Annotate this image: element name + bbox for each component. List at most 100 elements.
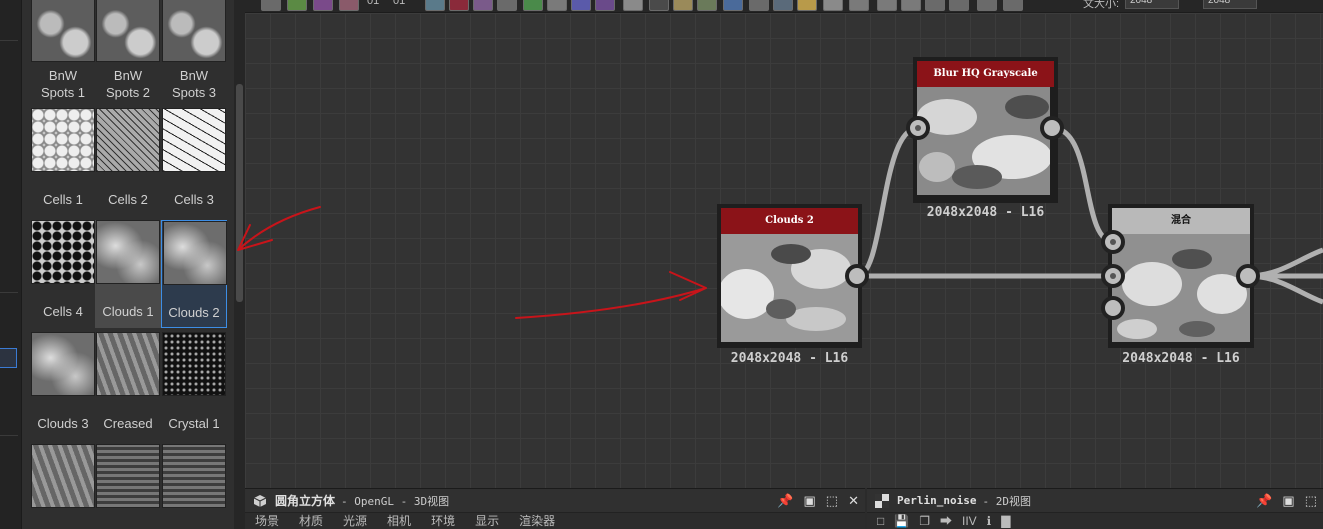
library-item[interactable]: BnW Spots 2 [95,0,161,106]
toolbar-tool-icon[interactable] [723,0,743,11]
cloud-texture [721,234,858,342]
blur-input-port[interactable] [906,116,930,140]
dock-3d-view: 圆角立方体 - OpenGL - 3D视图 📌 ▣ ⬚ ✕ 场景 材质 光源 相机 环境… [245,488,865,529]
dock-3d-controls: 📌 ▣ ⬚ ✕ [777,493,859,509]
cloud-texture [917,87,1050,195]
toolbar-tool-icon[interactable] [877,0,897,11]
pin-icon[interactable]: 📌 [1256,493,1272,509]
toolbar-tool-icon[interactable] [287,0,307,11]
dock-3d-menu-item[interactable]: 材质 [299,513,323,529]
dock-3d-header: 圆角立方体 - OpenGL - 3D视图 [245,489,865,513]
dock-3d-menu-item[interactable]: 渲染器 [519,513,555,529]
dock-3d-menu-item[interactable]: 环境 [431,513,455,529]
library-item[interactable]: Crystal 1 [161,332,227,440]
toolbar-tool-icon[interactable] [339,0,359,11]
library-item-label: Creased [103,416,153,431]
output-size-width-select[interactable]: 2048 [1125,0,1179,9]
copy-icon[interactable]: ❐ [919,513,930,529]
output-size-height-select[interactable]: 2048 [1203,0,1257,9]
toolbar-tool-icon[interactable] [697,0,717,11]
toolbar-tool-icon[interactable] [749,0,769,11]
float-icon[interactable]: ▣ [1282,493,1294,509]
library-item[interactable]: Directio... [161,444,227,529]
histogram-icon[interactable]: ▇ [1001,513,1010,529]
maximize-icon[interactable]: ⬚ [826,493,838,509]
library-item[interactable]: BnW Spots 1 [30,0,96,106]
toolbar-tool-icon[interactable] [977,0,997,11]
toolbar-tool-icon[interactable] [313,0,333,11]
toolbar-tool-icon[interactable] [649,0,669,11]
toolbar-tool-icon[interactable] [673,0,693,11]
library-item-label: BnW Spots 2 [105,68,151,100]
toolbar-tool-icon[interactable] [473,0,493,11]
toolbar-tool-icon[interactable] [901,0,921,11]
library-item-thumbnail [162,444,226,508]
save-icon[interactable]: 💾 [894,513,909,529]
toolbar-small-label-1: 01 [367,0,380,7]
toolbar-tool-icon[interactable] [497,0,517,11]
library-item-thumbnail [162,0,226,62]
pin-icon[interactable]: 📌 [777,493,793,509]
library-item[interactable]: BnW Spots 3 [161,0,227,106]
toolbar-tool-icon[interactable] [261,0,281,11]
library-item[interactable]: Creased [95,332,161,440]
close-icon[interactable]: ✕ [848,493,859,509]
blend-input-foreground-port[interactable] [1101,230,1125,254]
dock-3d-menu: 场景 材质 光源 相机 环境 显示 渲染器 [245,513,865,529]
info-icon[interactable]: ℹ [987,513,992,529]
toolbar-tool-icon[interactable] [773,0,793,11]
toolbar-tool-icon[interactable] [425,0,445,11]
dock-2d-controls: 📌 ▣ ⬚ [1256,493,1317,509]
blend-output-port[interactable] [1236,264,1260,288]
toolbar-tool-icon[interactable] [823,0,843,11]
maximize-icon[interactable]: ⬚ [1305,493,1317,509]
library-item[interactable]: Crystal 2 [30,444,96,529]
library-item-label: Crystal 1 [168,416,220,431]
library-scrollbar-thumb[interactable] [236,84,243,302]
dock-3d-menu-item[interactable]: 显示 [475,513,499,529]
library-item[interactable]: Cells 4 [30,220,96,328]
dock-3d-menu-item[interactable]: 光源 [343,513,367,529]
library-scrollbar[interactable] [234,0,245,529]
library-item-thumbnail [31,220,95,284]
toolbar-tool-icon[interactable] [523,0,543,11]
toolbar-small-label-2: 01 [393,0,406,7]
toolbar-tool-icon[interactable] [571,0,591,11]
left-strip-selected-item[interactable] [0,348,17,368]
share-icon[interactable]: ⮕ [940,513,952,529]
toolbar-tool-icon[interactable] [595,0,615,11]
toolbar-tool-icon[interactable] [949,0,969,11]
library-item[interactable]: Cells 1 [30,108,96,216]
toolbar-tool-icon[interactable] [547,0,567,11]
library-item[interactable]: Directio... [95,444,161,529]
dock-3d-menu-item[interactable]: 相机 [387,513,411,529]
frame-icon[interactable]: □ [877,513,884,529]
graph-toolbar: 01 01 文大小: 2048 2048 [245,0,1323,13]
float-icon[interactable]: ▣ [804,493,816,509]
toolbar-tool-icon[interactable] [449,0,469,11]
toolbar-tool-icon[interactable] [849,0,869,11]
node-size-label: 2048x2048 - L16 [730,351,849,366]
library-item[interactable]: Cells 3 [161,108,227,216]
node-clouds-2[interactable]: Clouds 2 [717,204,862,348]
blend-input-mask-port[interactable] [1101,296,1125,320]
dock-3d-title: 圆角立方体 [275,494,336,508]
node-library-panel: BnW Spots 1 BnW Spots 2 BnW Spots 3 Cells 1… [22,0,234,529]
library-item[interactable]: Clouds 3 [30,332,96,440]
uv-label[interactable]: IIV [962,513,977,529]
toolbar-tool-icon[interactable] [925,0,945,11]
dock-2d-view: Perlin_noise - 2D视图 📌 ▣ ⬚ □ 💾 ❐ ⮕ IIV ℹ … [867,488,1323,529]
blend-input-background-port[interactable] [1101,264,1125,288]
blur-output-port[interactable] [1040,116,1064,140]
node-size-label: 2048x2048 - L16 [1122,351,1240,366]
library-item[interactable]: Clouds 2 [161,220,227,328]
toolbar-tool-icon[interactable] [797,0,817,11]
toolbar-tool-icon[interactable] [1003,0,1023,11]
clouds2-output-port[interactable] [845,264,869,288]
toolbar-tool-icon[interactable] [623,0,643,11]
dock-3d-menu-item[interactable]: 场景 [255,513,279,529]
library-item[interactable]: Cells 2 [95,108,161,216]
node-blur-hq-grayscale[interactable]: Blur HQ Grayscale [913,57,1058,203]
node-blend[interactable]: 混合 [1108,204,1254,348]
library-item[interactable]: Clouds 1 [95,220,161,328]
